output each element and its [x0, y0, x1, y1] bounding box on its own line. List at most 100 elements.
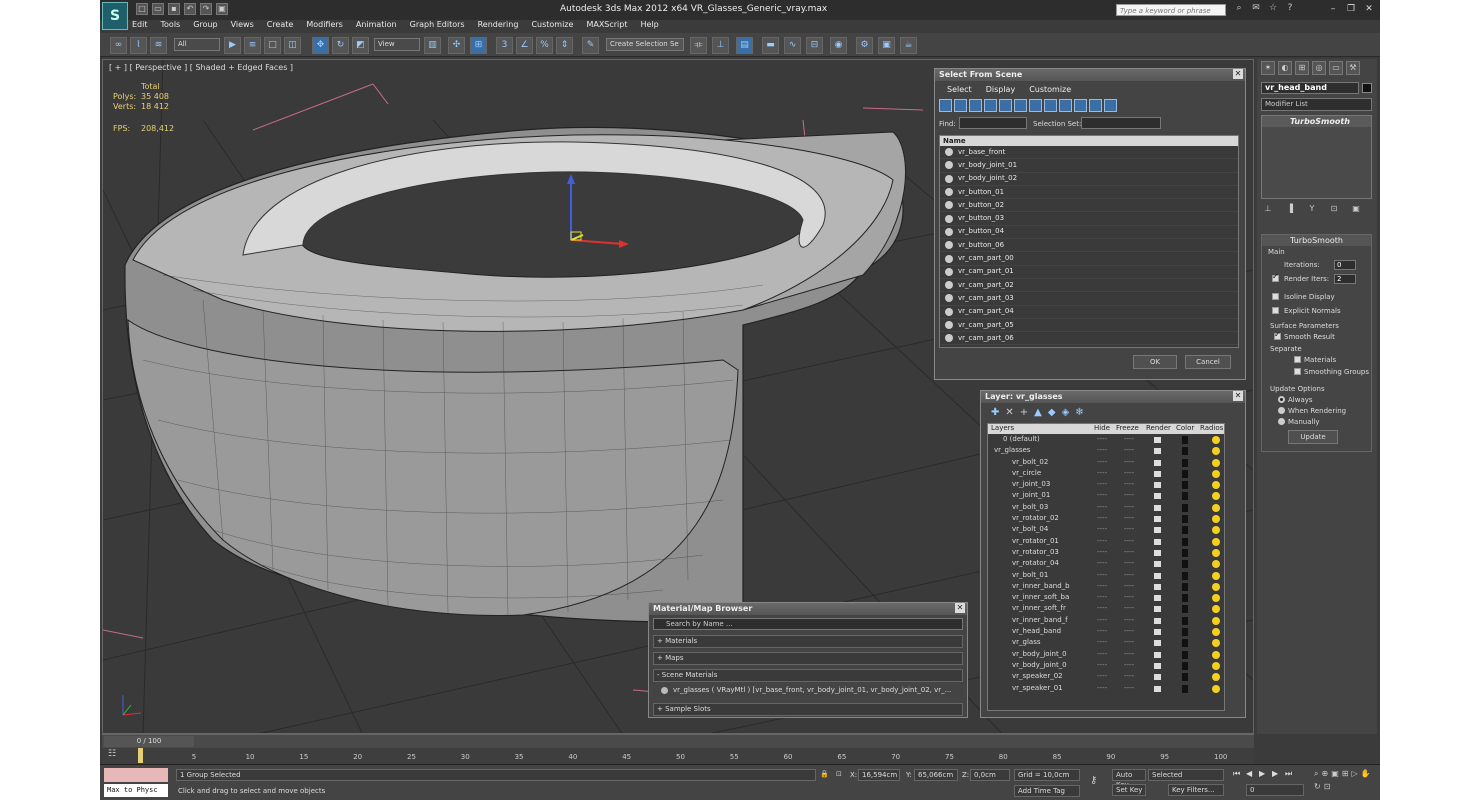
- y-coordinate-field[interactable]: 65,066cm: [914, 769, 958, 781]
- hide-toggle[interactable]: ----: [1097, 513, 1107, 524]
- make-unique-icon[interactable]: Y: [1305, 204, 1319, 216]
- menu-edit[interactable]: Edit: [132, 20, 148, 32]
- set-key-button[interactable]: Set Key: [1112, 784, 1146, 796]
- delete-layer-icon[interactable]: ✕: [1005, 407, 1013, 418]
- select-rotate-icon[interactable]: ↻: [332, 37, 349, 54]
- freeze-toggle[interactable]: ----: [1124, 457, 1134, 468]
- freeze-toggle[interactable]: ----: [1124, 581, 1134, 592]
- render-teapot-icon[interactable]: [1154, 640, 1161, 647]
- hide-toggle[interactable]: ----: [1097, 468, 1107, 479]
- freeze-toggle[interactable]: ----: [1124, 558, 1134, 569]
- layer-color-swatch[interactable]: [1182, 594, 1188, 603]
- render-teapot-icon[interactable]: [1154, 606, 1161, 613]
- orbit-icon[interactable]: ↻: [1314, 782, 1321, 791]
- menu-graph-editors[interactable]: Graph Editors: [410, 20, 465, 32]
- smooth-result-checkbox[interactable]: [1274, 330, 1281, 340]
- current-frame-field[interactable]: 0: [1246, 784, 1304, 796]
- pan-icon[interactable]: ✋: [1361, 769, 1371, 779]
- reference-coordinate-dropdown[interactable]: View: [374, 38, 420, 51]
- redo-icon[interactable]: ↷: [200, 3, 212, 15]
- layer-color-swatch[interactable]: [1182, 436, 1188, 444]
- render-teapot-icon[interactable]: [1154, 516, 1161, 523]
- remove-modifier-icon[interactable]: ⊡: [1327, 204, 1341, 216]
- layer-row[interactable]: vr_speaker_01 ---- ----: [988, 683, 1224, 694]
- hide-toggle[interactable]: ----: [1097, 660, 1107, 671]
- named-selection-set-dropdown[interactable]: Create Selection Se: [606, 38, 684, 51]
- sfs-menu-customize[interactable]: Customize: [1029, 85, 1071, 94]
- render-teapot-icon[interactable]: [1154, 527, 1161, 534]
- sfs-menu-select[interactable]: Select: [947, 85, 972, 94]
- layer-row[interactable]: vr_glasses ---- ----: [988, 445, 1224, 456]
- hide-toggle[interactable]: ----: [1097, 502, 1107, 513]
- layer-row[interactable]: 0 (default) ---- ----: [988, 434, 1224, 445]
- freeze-toggle[interactable]: ----: [1124, 615, 1134, 626]
- select-by-name-icon[interactable]: ≡: [244, 37, 261, 54]
- display-tab-icon[interactable]: ▭: [1329, 61, 1343, 75]
- time-slider[interactable]: 0 / 100: [102, 734, 1254, 748]
- object-list-item[interactable]: vr_body_joint_02: [940, 173, 1238, 186]
- freeze-toggle[interactable]: ----: [1124, 660, 1134, 671]
- hide-toggle[interactable]: ----: [1097, 445, 1107, 456]
- render-teapot-icon[interactable]: [1154, 437, 1161, 443]
- close-icon[interactable]: ✕: [1233, 69, 1243, 79]
- new-file-icon[interactable]: □: [136, 3, 148, 15]
- layer-color-swatch[interactable]: [1182, 560, 1188, 569]
- open-file-icon[interactable]: ▭: [152, 3, 164, 15]
- radiosity-icon[interactable]: [1212, 650, 1220, 659]
- layer-manager-icon[interactable]: ▤: [736, 37, 753, 54]
- object-list-item[interactable]: vr_button_03: [940, 212, 1238, 226]
- configure-sets-icon[interactable]: ▣: [1349, 204, 1363, 216]
- materials-group[interactable]: + Materials: [653, 635, 963, 648]
- hide-toggle[interactable]: ----: [1097, 592, 1107, 603]
- track-bar[interactable]: ☷ 0 5 10 15 20 25 30 35 40 45 50 55 60 65 70 75 80 85 90 95…: [102, 748, 1254, 764]
- curve-editor-icon[interactable]: ∿: [784, 37, 801, 54]
- freeze-toggle[interactable]: ----: [1124, 626, 1134, 637]
- hide-toggle[interactable]: ----: [1097, 570, 1107, 581]
- render-teapot-icon[interactable]: [1154, 629, 1161, 636]
- render-iters-spinner[interactable]: 2: [1334, 274, 1356, 284]
- z-coordinate-field[interactable]: 0,0cm: [970, 769, 1010, 781]
- object-list-item[interactable]: vr_cam_part_00: [940, 252, 1238, 266]
- scene-materials-group[interactable]: - Scene Materials: [653, 669, 963, 682]
- radiosity-icon[interactable]: [1212, 436, 1220, 444]
- hide-toggle[interactable]: ----: [1097, 626, 1107, 637]
- name-column-header[interactable]: Name: [940, 136, 1238, 146]
- freeze-toggle[interactable]: ----: [1124, 683, 1134, 694]
- viewport-label[interactable]: [ + ] [ Perspective ] [ Shaded + Edged F…: [109, 63, 293, 72]
- zoom-extents-all-icon[interactable]: ⊞: [1342, 769, 1349, 779]
- show-end-result-icon[interactable]: ▐: [1283, 204, 1297, 216]
- display-invert-icon[interactable]: [1104, 99, 1117, 112]
- display-xrefs-icon[interactable]: [1044, 99, 1057, 112]
- schematic-view-icon[interactable]: ⊟: [806, 37, 823, 54]
- radiosity-icon[interactable]: [1212, 582, 1220, 591]
- hide-toggle[interactable]: ----: [1097, 603, 1107, 614]
- stack-item-turbosmooth[interactable]: TurboSmooth: [1262, 116, 1371, 127]
- layer-color-swatch[interactable]: [1182, 650, 1188, 659]
- sample-slots-group[interactable]: + Sample Slots: [653, 703, 963, 716]
- layer-row[interactable]: vr_bolt_04 ---- ----: [988, 524, 1224, 535]
- object-list-item[interactable]: vr_button_01: [940, 186, 1238, 200]
- go-to-start-icon[interactable]: ⏮: [1233, 769, 1243, 780]
- render-column-header[interactable]: Render: [1146, 424, 1171, 432]
- auto-key-button[interactable]: Auto Key: [1112, 769, 1146, 789]
- pin-stack-icon[interactable]: ⊥: [1261, 204, 1275, 216]
- select-move-icon[interactable]: ✥: [312, 37, 329, 54]
- radiosity-icon[interactable]: [1212, 526, 1220, 535]
- layer-color-swatch[interactable]: [1182, 605, 1188, 614]
- hide-toggle[interactable]: ----: [1097, 434, 1107, 445]
- when-rendering-radio[interactable]: [1278, 407, 1285, 414]
- window-crossing-icon[interactable]: ◫: [284, 37, 301, 54]
- hide-toggle[interactable]: ----: [1097, 581, 1107, 592]
- layer-row[interactable]: vr_rotator_03 ---- ----: [988, 547, 1224, 558]
- layer-row[interactable]: vr_joint_01 ---- ----: [988, 490, 1224, 501]
- mirror-icon[interactable]: ⟚: [690, 37, 707, 54]
- time-slider-frame[interactable]: 0 / 100: [104, 736, 194, 747]
- angle-snap-icon[interactable]: ∠: [516, 37, 533, 54]
- layer-color-swatch[interactable]: [1182, 582, 1188, 591]
- smoothing-groups-checkbox[interactable]: [1294, 368, 1301, 375]
- align-icon[interactable]: ⊥: [712, 37, 729, 54]
- lock-selection-icon[interactable]: 🔒: [820, 770, 829, 778]
- layer-color-swatch[interactable]: [1182, 548, 1188, 557]
- undo-icon[interactable]: ↶: [184, 3, 196, 15]
- keyboard-shortcut-override-icon[interactable]: ⊞: [470, 37, 487, 54]
